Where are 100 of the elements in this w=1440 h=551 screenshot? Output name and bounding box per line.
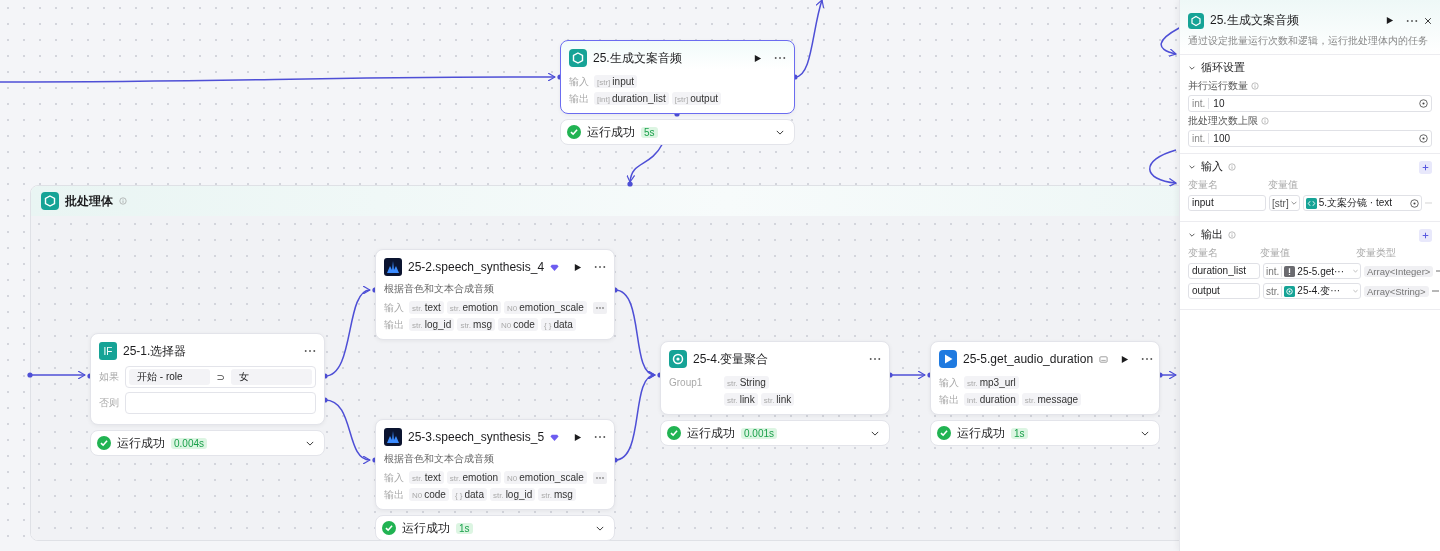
more-icon[interactable]	[304, 349, 316, 353]
chevron-down-icon[interactable]	[776, 129, 784, 135]
info-icon	[1228, 163, 1236, 171]
row-label: 输入	[384, 470, 405, 485]
condition-field[interactable]: 开始 - role ⊃ 女	[125, 366, 316, 388]
node-title: 25-4.变量聚合	[693, 350, 769, 368]
more-inputs-icon[interactable]	[592, 301, 607, 314]
row-label: 如果	[99, 370, 120, 384]
type-badge: Array<Integer>	[1364, 265, 1434, 277]
else-field[interactable]	[125, 392, 316, 414]
type-label: int.	[1189, 133, 1210, 144]
condition-operand: 开始 - role	[129, 369, 211, 385]
variable-reference[interactable]: 25-4.变···	[1297, 284, 1341, 298]
node-title: 25-1.选择器	[123, 342, 187, 360]
chevron-down-icon[interactable]	[1141, 430, 1149, 436]
port-dot[interactable]	[627, 181, 633, 187]
cube-icon	[41, 192, 59, 210]
target-icon[interactable]	[1419, 134, 1428, 143]
panel-title: 25.生成文案音频	[1210, 12, 1299, 29]
node-title: 25.生成文案音频	[593, 49, 682, 67]
target-icon[interactable]	[1419, 99, 1428, 108]
more-icon[interactable]	[594, 265, 606, 269]
variable-name-field[interactable]: duration_list	[1188, 263, 1260, 279]
status-text: 运行成功	[117, 435, 165, 451]
run-icon[interactable]	[1385, 16, 1394, 25]
status-text: 运行成功	[587, 124, 635, 140]
variable-tag: { } data	[540, 318, 576, 331]
node-card[interactable]: 25.生成文案音频 输入 [str] input 输出 [int] duration_list [str] output	[560, 40, 795, 114]
more-icon[interactable]	[774, 56, 786, 60]
variable-tag: str. log_id	[409, 318, 455, 331]
info-icon	[1228, 231, 1236, 239]
duration-badge: 5s	[641, 126, 658, 138]
run-icon[interactable]	[573, 432, 582, 442]
variable-tag: str. text	[409, 301, 444, 314]
type-select[interactable]: [str]	[1269, 195, 1300, 211]
type-label: str.	[1266, 285, 1283, 297]
cube-icon	[569, 49, 587, 67]
panel-description: 通过设定批量运行次数和逻辑，运行批处理体内的任务	[1188, 34, 1429, 48]
chevron-down-icon[interactable]	[596, 525, 604, 531]
row-label: 输出	[939, 392, 960, 407]
more-icon[interactable]	[869, 357, 881, 361]
variable-name-field[interactable]: output	[1188, 283, 1260, 299]
section-heading[interactable]: 输入	[1201, 160, 1223, 174]
run-icon[interactable]	[573, 262, 582, 272]
node-card[interactable]: 25-3.speech_synthesis_5 根据音色和文本合成音频 输入 str. text str. emotion N0 emotion_scale 输出 N0 code { } data str. log_id str. msg	[375, 419, 615, 510]
variable-tag: int. duration	[964, 393, 1019, 406]
row-label: 输入	[569, 74, 590, 89]
node-card[interactable]: 25-2.speech_synthesis_4 根据音色和文本合成音频 输入 str. text str. emotion N0 emotion_scale 输出 str. log_id str. msg N0 code { } data	[375, 249, 615, 340]
variable-reference[interactable]: 25-5.get···	[1297, 265, 1345, 277]
column-header: 变量值	[1268, 178, 1299, 192]
more-inputs-icon[interactable]	[592, 471, 607, 484]
column-header: 变量类型	[1356, 246, 1397, 260]
add-button[interactable]	[1419, 228, 1432, 242]
variable-tag: str. msg	[538, 488, 576, 501]
row-label: 输入	[939, 375, 960, 390]
run-icon[interactable]	[1120, 354, 1130, 364]
node-card[interactable]: IF 25-1.选择器 如果 开始 - role ⊃ 女 否则	[90, 333, 325, 425]
section-heading[interactable]: 循环设置	[1201, 61, 1245, 75]
variable-tag: str. msg	[457, 318, 495, 331]
section-heading[interactable]: 输出	[1201, 228, 1223, 242]
chevron-icon[interactable]	[1188, 231, 1196, 239]
variable-tag: str. log_id	[489, 488, 536, 501]
variable-tag: str. emotion	[446, 301, 502, 314]
row-label: Group1	[669, 377, 704, 388]
more-icon[interactable]	[1406, 18, 1418, 23]
chevron-icon[interactable]	[1188, 163, 1196, 171]
column-header: 变量名	[1188, 178, 1219, 192]
add-button[interactable]	[1419, 160, 1432, 174]
close-icon[interactable]	[1424, 16, 1432, 25]
run-status-bar[interactable]: 运行成功 1s	[930, 420, 1160, 446]
column-header: 变量名	[1188, 246, 1219, 260]
port-dot[interactable]	[27, 372, 33, 378]
target-icon[interactable]	[1410, 198, 1419, 208]
run-status-bar[interactable]: 运行成功 5s	[560, 119, 795, 145]
node-card[interactable]: 25-5.get_audio_duration 输入 str. mp3_url 输出 int. duration str. message	[930, 341, 1160, 415]
diamond-icon	[550, 432, 560, 442]
duration-badge: 0.004s	[171, 437, 208, 449]
number-field[interactable]: 10	[1209, 98, 1419, 109]
variable-name-field[interactable]: input	[1188, 195, 1266, 211]
row-label: 输出	[569, 91, 590, 106]
number-field[interactable]: 100	[1209, 133, 1419, 144]
run-icon[interactable]	[753, 53, 762, 63]
waveform-icon	[384, 428, 402, 446]
status-text: 运行成功	[687, 425, 735, 441]
status-text: 运行成功	[402, 520, 450, 536]
condition-operand: 女	[230, 369, 312, 385]
node-card[interactable]: 25-4.变量聚合 Group1 str. String str. link str. link	[660, 341, 890, 415]
chevron-down-icon[interactable]	[871, 430, 879, 436]
chevron-down-icon[interactable]	[306, 440, 314, 446]
more-icon[interactable]	[594, 435, 606, 439]
node-title: 25-3.speech_synthesis_5	[408, 430, 545, 444]
run-status-bar[interactable]: 运行成功 1s	[375, 515, 615, 541]
info-icon	[1251, 82, 1259, 90]
field-label: 并行运行数量	[1188, 79, 1248, 93]
run-status-bar[interactable]: 运行成功 0.001s	[660, 420, 890, 446]
target-icon	[1284, 285, 1296, 297]
more-icon[interactable]	[1141, 357, 1154, 361]
chevron-icon[interactable]	[1188, 64, 1196, 72]
run-status-bar[interactable]: 运行成功 0.004s	[90, 430, 325, 456]
field-label: 批处理次数上限	[1188, 114, 1258, 128]
